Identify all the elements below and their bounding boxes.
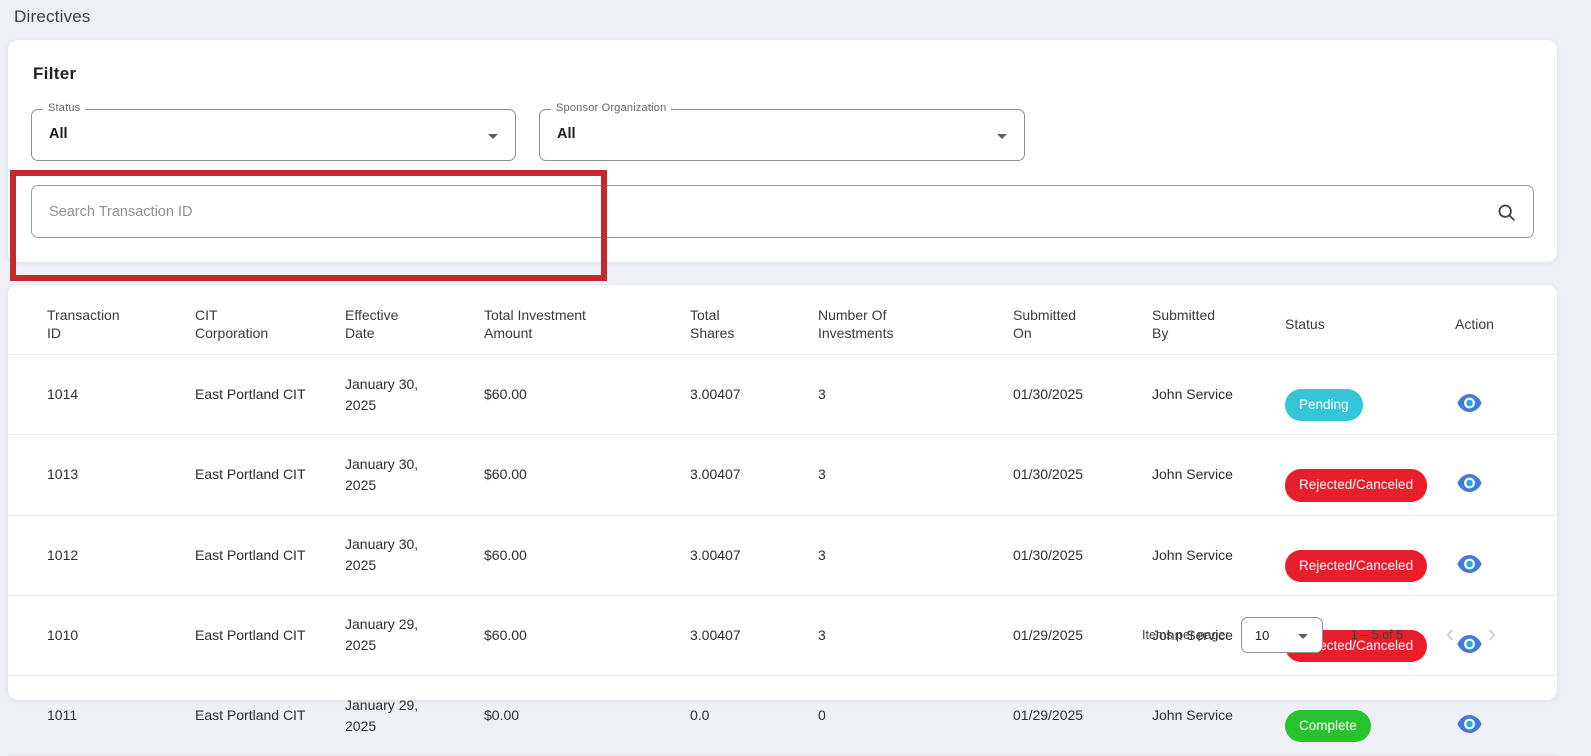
cell-effective-date: January 29, 2025 (345, 676, 484, 756)
cell-status: Rejected/Canceled (1285, 435, 1455, 515)
column-header: Effective Date (345, 285, 484, 355)
column-header: Submitted By (1152, 285, 1285, 355)
cell-number-of-investments: 0 (818, 676, 1013, 756)
column-header: Total Investment Amount (484, 285, 690, 355)
view-action-eye-icon[interactable] (1455, 472, 1484, 494)
table-row[interactable]: 1012 East Portland CIT January 30, 2025 … (8, 515, 1557, 595)
cell-total-shares: 0.0 (690, 676, 818, 756)
cell-cit-corporation: East Portland CIT (195, 595, 345, 675)
column-header: Action (1455, 285, 1557, 355)
cell-action (1455, 676, 1557, 756)
table-row[interactable]: 1011 East Portland CIT January 29, 2025 … (8, 676, 1557, 756)
cell-submitted-by: John Service (1152, 515, 1285, 595)
status-select-label: Status (43, 102, 85, 114)
status-badge: Rejected/Canceled (1285, 550, 1427, 582)
cell-transaction-id: 1013 (8, 435, 195, 515)
chevron-down-icon (997, 134, 1007, 139)
table-body: 1014 East Portland CIT January 30, 2025 … (8, 355, 1557, 756)
cell-submitted-on: 01/30/2025 (1013, 515, 1152, 595)
sponsor-select-value: All (557, 126, 576, 142)
search-transaction-id-input[interactable] (32, 186, 1533, 237)
cell-effective-date: January 30, 2025 (345, 435, 484, 515)
column-header: Status (1285, 285, 1455, 355)
cell-submitted-by: John Service (1152, 355, 1285, 435)
column-header: Total Shares (690, 285, 818, 355)
cell-effective-date: January 30, 2025 (345, 355, 484, 435)
cell-number-of-investments: 3 (818, 595, 1013, 675)
cell-submitted-by: John Service (1152, 676, 1285, 756)
view-action-eye-icon[interactable] (1455, 713, 1484, 735)
cell-transaction-id: 1011 (8, 676, 195, 756)
cell-number-of-investments: 3 (818, 435, 1013, 515)
column-header: Submitted On (1013, 285, 1152, 355)
cell-submitted-on: 01/30/2025 (1013, 435, 1152, 515)
cell-submitted-on: 01/29/2025 (1013, 676, 1152, 756)
items-per-page-select[interactable]: 10 (1241, 617, 1323, 653)
cell-total-shares: 3.00407 (690, 515, 818, 595)
items-per-page-value: 10 (1255, 628, 1269, 643)
cell-submitted-on: 01/30/2025 (1013, 355, 1152, 435)
status-badge: Pending (1285, 389, 1363, 421)
cell-total-shares: 3.00407 (690, 435, 818, 515)
next-page-button[interactable] (1471, 620, 1513, 650)
cell-total-investment-amount: $0.00 (484, 676, 690, 756)
sponsor-select-label: Sponsor Organization (551, 102, 671, 114)
cell-action (1455, 515, 1557, 595)
cell-action (1455, 435, 1557, 515)
status-select-value: All (49, 126, 68, 142)
cell-submitted-on: 01/29/2025 (1013, 595, 1152, 675)
cell-total-investment-amount: $60.00 (484, 355, 690, 435)
cell-number-of-investments: 3 (818, 515, 1013, 595)
cell-total-shares: 3.00407 (690, 355, 818, 435)
table-row[interactable]: 1014 East Portland CIT January 30, 2025 … (8, 355, 1557, 435)
cell-effective-date: January 29, 2025 (345, 595, 484, 675)
status-badge: Complete (1285, 710, 1371, 742)
search-icon[interactable] (1496, 202, 1517, 228)
sponsor-organization-select[interactable]: Sponsor Organization All (539, 109, 1025, 161)
cell-number-of-investments: 3 (818, 355, 1013, 435)
paginator: Items per page: 10 1 – 5 of 5 (1142, 615, 1513, 655)
column-header: Transaction ID (8, 285, 195, 355)
cell-submitted-by: John Service (1152, 435, 1285, 515)
cell-cit-corporation: East Portland CIT (195, 676, 345, 756)
cell-effective-date: January 30, 2025 (345, 515, 484, 595)
filter-card: Filter Status All Sponsor Organization A… (8, 40, 1557, 262)
column-header: CIT Corporation (195, 285, 345, 355)
cell-transaction-id: 1012 (8, 515, 195, 595)
previous-page-button[interactable] (1429, 620, 1471, 650)
page-range-label: 1 – 5 of 5 (1351, 628, 1403, 642)
chevron-down-icon (488, 134, 498, 139)
page-title: Directives (14, 7, 91, 27)
filter-heading: Filter (33, 64, 76, 84)
cell-transaction-id: 1010 (8, 595, 195, 675)
search-field-wrap (31, 185, 1534, 238)
column-header: Number Of Investments (818, 285, 1013, 355)
cell-total-investment-amount: $60.00 (484, 515, 690, 595)
directives-table-card: Transaction IDCIT CorporationEffective D… (8, 285, 1557, 700)
status-badge: Rejected/Canceled (1285, 469, 1427, 501)
table-header-row: Transaction IDCIT CorporationEffective D… (8, 285, 1557, 355)
cell-action (1455, 355, 1557, 435)
cell-cit-corporation: East Portland CIT (195, 355, 345, 435)
view-action-eye-icon[interactable] (1455, 392, 1484, 414)
cell-total-investment-amount: $60.00 (484, 595, 690, 675)
cell-cit-corporation: East Portland CIT (195, 435, 345, 515)
status-select[interactable]: Status All (31, 109, 516, 161)
cell-cit-corporation: East Portland CIT (195, 515, 345, 595)
cell-transaction-id: 1014 (8, 355, 195, 435)
cell-total-shares: 3.00407 (690, 595, 818, 675)
view-action-eye-icon[interactable] (1455, 553, 1484, 575)
cell-total-investment-amount: $60.00 (484, 435, 690, 515)
cell-status: Complete (1285, 676, 1455, 756)
cell-status: Pending (1285, 355, 1455, 435)
directives-table: Transaction IDCIT CorporationEffective D… (8, 285, 1557, 756)
items-per-page-label: Items per page: (1142, 628, 1229, 642)
table-row[interactable]: 1013 East Portland CIT January 30, 2025 … (8, 435, 1557, 515)
chevron-down-icon (1298, 634, 1308, 639)
cell-status: Rejected/Canceled (1285, 515, 1455, 595)
